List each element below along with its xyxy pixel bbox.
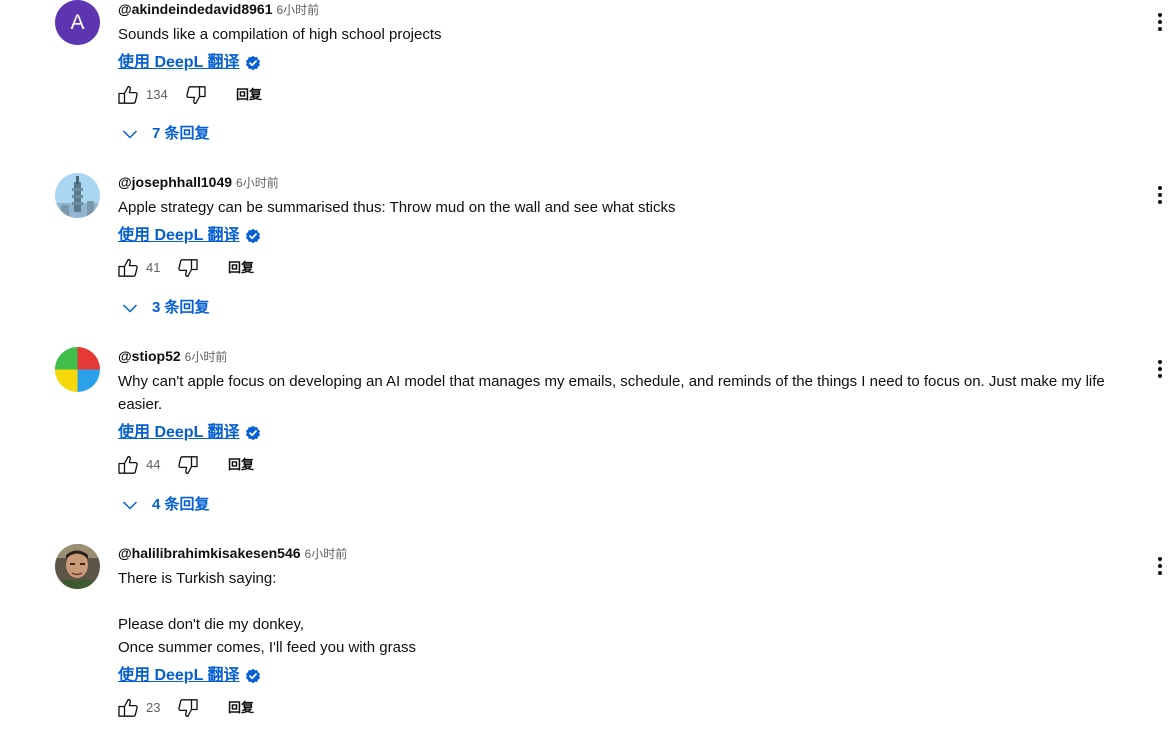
translate-link[interactable]: 使用 DeepL 翻译 [118, 664, 261, 688]
comment-action-menu-button[interactable] [1150, 554, 1170, 578]
more-vert-icon [1158, 557, 1162, 575]
like-button[interactable] [116, 453, 140, 477]
replies-count-label: 3 条回复 [152, 299, 210, 316]
thumbs-down-icon [186, 86, 206, 105]
avatar[interactable] [55, 347, 100, 392]
avatar-image [55, 544, 100, 589]
thumbs-down-icon [178, 456, 198, 475]
avatar[interactable] [55, 544, 100, 589]
more-vert-icon [1158, 186, 1162, 204]
dislike-button[interactable] [176, 453, 200, 477]
translate-link[interactable]: 使用 DeepL 翻译 [118, 421, 261, 445]
thumbs-up-icon [118, 455, 138, 474]
reply-button[interactable]: 回复 [228, 453, 254, 477]
translate-label: 使用 DeepL 翻译 [118, 227, 240, 244]
avatar-image [55, 173, 100, 218]
comment-author[interactable]: @akindeindedavid8961 [118, 1, 273, 17]
dislike-button[interactable] [184, 83, 208, 107]
chevron-down-icon [122, 130, 138, 139]
reply-button[interactable]: 回复 [228, 696, 254, 720]
comment-text: Apple strategy can be summarised thus: T… [118, 199, 676, 216]
more-vert-icon [1158, 13, 1162, 31]
reply-button[interactable]: 回复 [228, 256, 254, 280]
like-count: 23 [146, 700, 161, 715]
chevron-down-icon [122, 501, 138, 510]
thumbs-down-icon [178, 259, 198, 278]
translate-label: 使用 DeepL 翻译 [118, 667, 240, 684]
comment-text: There is Turkish saying: Please don't di… [118, 570, 416, 656]
thumbs-up-icon [118, 85, 138, 104]
verified-badge-icon [245, 228, 260, 244]
comment-timestamp[interactable]: 6小时前 [277, 3, 320, 17]
dislike-button[interactable] [176, 256, 200, 280]
replies-count-label: 4 条回复 [152, 496, 210, 513]
translate-label: 使用 DeepL 翻译 [118, 54, 240, 71]
like-count: 41 [146, 260, 161, 275]
like-button[interactable] [116, 83, 140, 107]
like-count: 134 [146, 87, 168, 102]
comment-author[interactable]: @josephhall1049 [118, 174, 232, 190]
thumbs-up-icon [118, 258, 138, 277]
avatar-image [55, 347, 100, 392]
dislike-button[interactable] [176, 696, 200, 720]
like-count: 44 [146, 457, 161, 472]
comment-action-menu-button[interactable] [1150, 183, 1170, 207]
comment-text: Sounds like a compilation of high school… [118, 26, 442, 43]
comment-author[interactable]: @stiop52 [118, 348, 181, 364]
thumbs-up-icon [118, 698, 138, 717]
comments-section: A @akindeindedavid8961 6小时前 Sounds like a… [0, 0, 1173, 733]
verified-badge-icon [245, 668, 260, 684]
reply-button[interactable]: 回复 [236, 83, 262, 107]
chevron-down-icon [122, 304, 138, 313]
thumbs-down-icon [178, 699, 198, 718]
avatar[interactable] [55, 173, 100, 218]
avatar[interactable]: A [55, 0, 100, 45]
comment-timestamp[interactable]: 6小时前 [185, 350, 228, 364]
comment-timestamp[interactable]: 6小时前 [236, 176, 279, 190]
like-button[interactable] [116, 256, 140, 280]
like-button[interactable] [116, 696, 140, 720]
verified-badge-icon [245, 425, 260, 441]
translate-link[interactable]: 使用 DeepL 翻译 [118, 51, 261, 75]
comment-action-menu-button[interactable] [1150, 357, 1170, 381]
comment-author[interactable]: @halilibrahimkisakesen546 [118, 545, 301, 561]
translate-label: 使用 DeepL 翻译 [118, 424, 240, 441]
translate-link[interactable]: 使用 DeepL 翻译 [118, 224, 261, 248]
comment-timestamp[interactable]: 6小时前 [305, 547, 348, 561]
comment-action-menu-button[interactable] [1150, 10, 1170, 34]
comment-text: Why can't apple focus on developing an A… [118, 373, 1109, 413]
verified-badge-icon [245, 55, 260, 71]
replies-count-label: 7 条回复 [152, 125, 210, 142]
more-vert-icon [1158, 360, 1162, 378]
